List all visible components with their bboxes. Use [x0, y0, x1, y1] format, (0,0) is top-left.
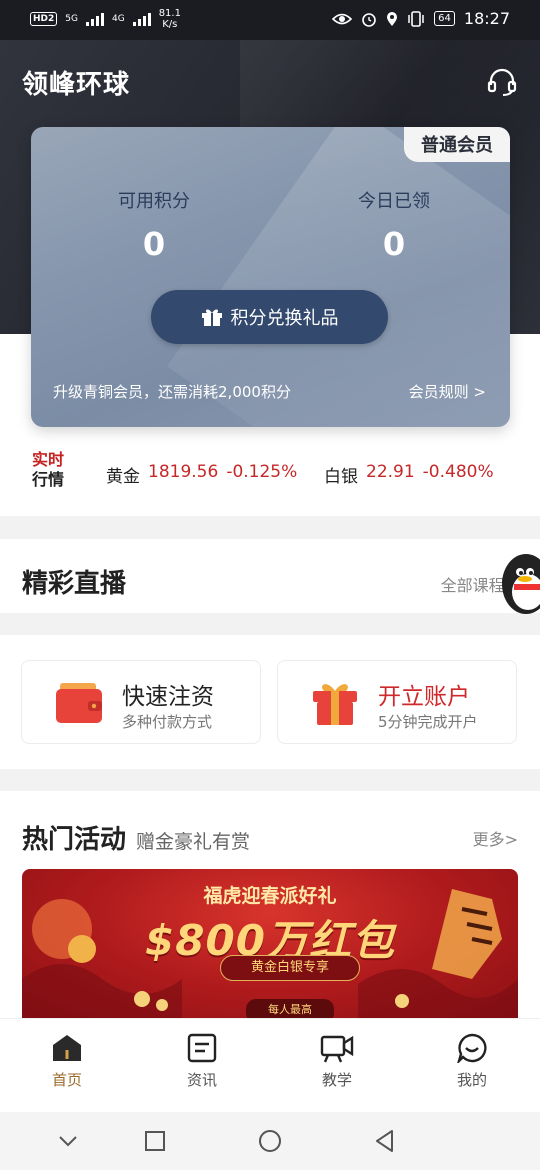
home-icon [53, 1035, 81, 1061]
app-title: 领峰环球 [22, 70, 131, 100]
live-title: 精彩直播 [22, 569, 127, 599]
banner-tag: 黄金白银专享 [220, 955, 360, 981]
today-points: 今日已领 0 [358, 191, 430, 263]
system-navigation-bar [0, 1112, 540, 1170]
chat-smile-icon [457, 1033, 487, 1063]
location-icon [387, 11, 398, 26]
more-activities-link[interactable]: 更多> [473, 826, 518, 850]
recent-apps-icon[interactable] [142, 1128, 168, 1154]
video-camera-icon [320, 1035, 354, 1063]
upgrade-hint: 升级青铜会员，还需消耗2,000积分 [53, 383, 291, 401]
tab-mine[interactable]: 我的 [432, 1033, 512, 1090]
home-circle-icon[interactable] [257, 1128, 283, 1154]
banner-footer: 每人最高 [246, 999, 334, 1018]
member-card: 普通会员 可用积分 0 今日已领 0 积分兑换礼品 升级青铜会员，还需消耗2,0… [31, 127, 510, 427]
network-speed: 81.1 K/s [158, 8, 181, 30]
available-points: 可用积分 0 [118, 191, 190, 263]
redeem-gift-button[interactable]: 积分兑换礼品 [151, 290, 388, 344]
alarm-icon [362, 12, 376, 27]
open-account-subtitle: 5分钟完成开户 [378, 713, 478, 731]
status-left: HD2 5G 4G 81.1 K/s [30, 8, 181, 30]
back-icon[interactable] [372, 1128, 398, 1154]
vibrate-icon [408, 10, 424, 27]
network-4g-label: 4G [111, 13, 125, 24]
member-level-badge: 普通会员 [404, 127, 510, 162]
gift-box-icon [313, 684, 357, 725]
clock: 18:27 [463, 9, 510, 28]
signal-icon [85, 12, 104, 26]
wallet-icon [56, 683, 102, 723]
hd-badge: HD2 [30, 12, 58, 26]
open-account-card[interactable]: 开立账户 5分钟完成开户 [277, 660, 517, 744]
gift-icon [201, 309, 222, 326]
tab-news[interactable]: 资讯 [162, 1033, 242, 1090]
activities-title: 热门活动 赠金豪礼有赏 [22, 825, 251, 855]
ticker-item-gold[interactable]: 黄金 1819.56 -0.125% [106, 462, 297, 487]
news-icon [187, 1033, 217, 1063]
signal-icon-2 [132, 12, 151, 26]
activities-subtitle: 赠金豪礼有赏 [136, 831, 251, 853]
quick-deposit-title: 快速注资 [122, 684, 214, 710]
live-section: 精彩直播 全部课程> [0, 539, 540, 613]
customer-service-icon[interactable] [486, 66, 518, 98]
network-5g-label: 5G [65, 13, 78, 24]
battery-indicator: 64 [434, 11, 455, 26]
banner-top-text: 福虎迎春派好礼 [203, 885, 337, 907]
status-right: 64 18:27 [332, 9, 510, 28]
eye-icon [332, 13, 353, 24]
realtime-market-logo: 实时 行情 [31, 450, 64, 489]
promo-banner[interactable]: 福虎迎春派好礼 $800万红包 黄金白银专享 每人最高 [22, 869, 518, 1018]
collapse-chevron-icon[interactable] [55, 1128, 81, 1154]
open-account-title: 开立账户 [378, 684, 470, 710]
quick-deposit-card[interactable]: 快速注资 多种付款方式 [21, 660, 261, 744]
bottom-tab-bar: 首页 资讯 教学 我的 [0, 1018, 540, 1112]
tab-home[interactable]: 首页 [27, 1033, 107, 1090]
quick-deposit-subtitle: 多种付款方式 [122, 713, 213, 731]
member-rules-link[interactable]: 会员规则 > [409, 381, 486, 402]
qq-penguin-icon[interactable] [496, 548, 540, 620]
tab-teaching[interactable]: 教学 [297, 1033, 377, 1090]
status-bar: HD2 5G 4G 81.1 K/s 64 18:27 [0, 0, 540, 40]
ticker-item-silver[interactable]: 白银 22.91 -0.480% [324, 462, 494, 487]
